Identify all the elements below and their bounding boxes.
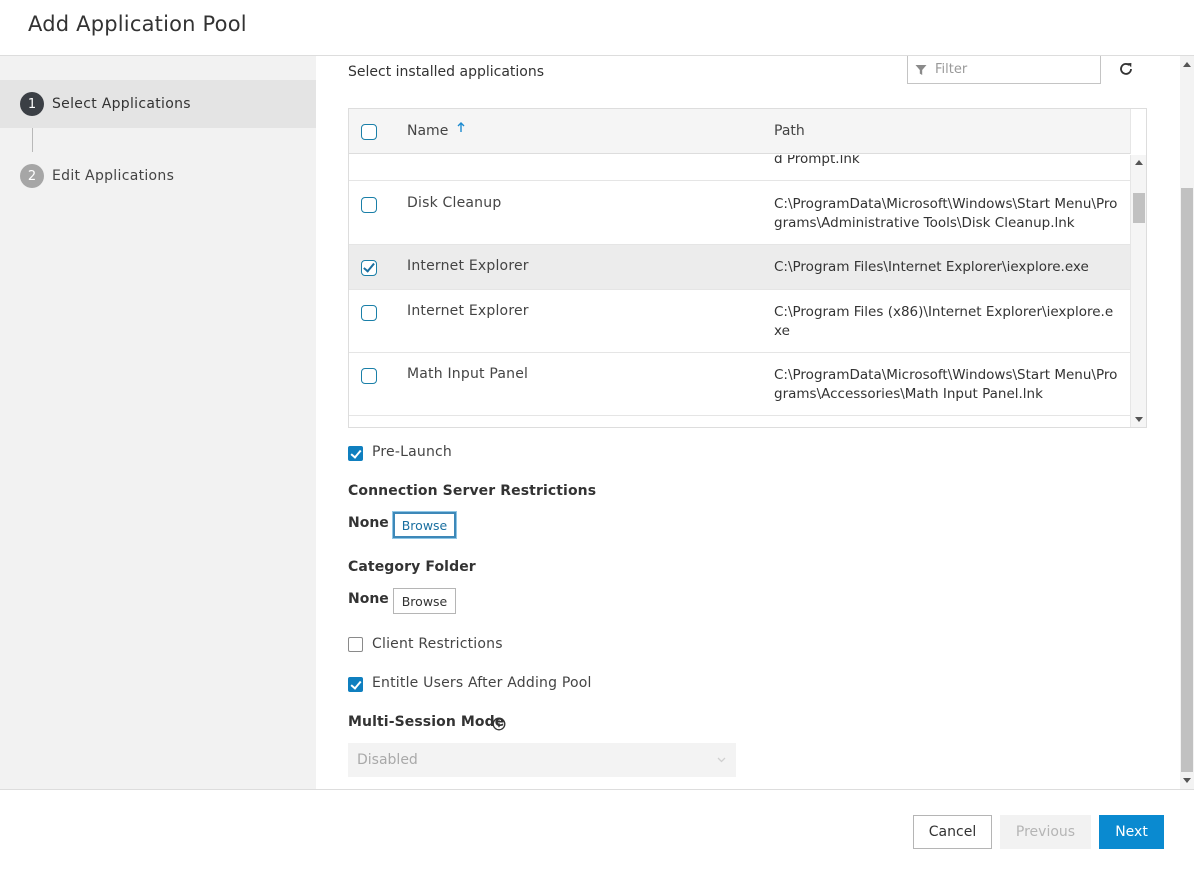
row-path: C:\ProgramData\Microsoft\Windows\Start M… bbox=[774, 196, 1118, 231]
wizard-step-edit-applications[interactable]: 2 Edit Applications bbox=[0, 152, 316, 200]
step-label: Select Applications bbox=[52, 96, 191, 112]
refresh-icon[interactable] bbox=[1117, 60, 1135, 78]
pre-launch-checkbox[interactable] bbox=[348, 446, 363, 461]
cancel-button[interactable]: Cancel bbox=[913, 815, 992, 849]
scrollbar-thumb[interactable] bbox=[1133, 193, 1145, 223]
client-restrictions-checkbox[interactable] bbox=[348, 637, 363, 652]
applications-grid: Name Path d Prompt.lnk Disk Cleanup C:\P… bbox=[348, 108, 1147, 428]
filter-input[interactable] bbox=[933, 61, 1093, 78]
row-checkbox[interactable] bbox=[361, 197, 377, 213]
connection-server-value: None bbox=[348, 515, 389, 531]
row-checkbox[interactable] bbox=[361, 260, 377, 276]
step-number-badge: 2 bbox=[20, 164, 44, 188]
connection-server-restrictions-label: Connection Server Restrictions bbox=[348, 483, 597, 499]
filter-box[interactable] bbox=[907, 56, 1101, 84]
previous-button[interactable]: Previous bbox=[1000, 815, 1091, 849]
scroll-up-arrow-icon[interactable] bbox=[1135, 160, 1143, 165]
row-name: Internet Explorer bbox=[407, 303, 529, 319]
entitle-users-checkbox[interactable] bbox=[348, 677, 363, 692]
scroll-up-arrow-icon[interactable] bbox=[1183, 62, 1191, 67]
column-header-name[interactable]: Name bbox=[407, 123, 448, 139]
row-path: C:\Program Files\Internet Explorer\iexpl… bbox=[774, 259, 1089, 275]
row-path: C:\Program Files (x86)\Internet Explorer… bbox=[774, 304, 1114, 339]
grid-header-spacer bbox=[1130, 109, 1146, 154]
step-number-badge: 1 bbox=[20, 92, 44, 116]
category-folder-browse-button[interactable]: Browse bbox=[393, 588, 456, 614]
grid-scrollbar[interactable] bbox=[1130, 155, 1146, 427]
row-path: d Prompt.lnk bbox=[774, 155, 860, 167]
page-scrollbar[interactable] bbox=[1180, 56, 1194, 789]
row-checkbox[interactable] bbox=[361, 368, 377, 384]
table-row[interactable]: Math Input Panel C:\ProgramData\Microsof… bbox=[349, 353, 1130, 416]
dialog-title: Add Application Pool bbox=[28, 12, 247, 36]
info-icon[interactable] bbox=[492, 717, 506, 731]
pre-launch-label: Pre-Launch bbox=[372, 444, 453, 460]
grid-header: Name Path bbox=[349, 109, 1130, 154]
entitle-users-label: Entitle Users After Adding Pool bbox=[372, 675, 592, 691]
sort-ascending-icon[interactable] bbox=[456, 122, 466, 136]
main-panel: Select installed applications Name Path … bbox=[316, 56, 1180, 789]
client-restrictions-label: Client Restrictions bbox=[372, 636, 503, 652]
grid-body: d Prompt.lnk Disk Cleanup C:\ProgramData… bbox=[349, 155, 1130, 427]
scrollbar-thumb[interactable] bbox=[1181, 188, 1193, 772]
filter-icon bbox=[915, 64, 927, 75]
table-row[interactable]: d Prompt.lnk bbox=[349, 155, 1130, 181]
section-title: Select installed applications bbox=[348, 64, 545, 80]
multi-session-mode-select[interactable]: Disabled bbox=[348, 743, 736, 777]
table-row[interactable]: Internet Explorer C:\Program Files (x86)… bbox=[349, 290, 1130, 353]
row-name: Internet Explorer bbox=[407, 258, 529, 274]
scroll-down-arrow-icon[interactable] bbox=[1183, 778, 1191, 783]
table-row[interactable]: Internet Explorer C:\Program Files\Inter… bbox=[349, 245, 1130, 290]
category-folder-value: None bbox=[348, 591, 389, 607]
step-connector bbox=[32, 128, 33, 152]
row-checkbox[interactable] bbox=[361, 305, 377, 321]
dialog-header: Add Application Pool bbox=[0, 0, 1194, 56]
row-name: Disk Cleanup bbox=[407, 195, 502, 211]
chevron-down-icon bbox=[717, 757, 726, 763]
select-all-checkbox[interactable] bbox=[361, 124, 377, 140]
wizard-step-select-applications[interactable]: 1 Select Applications bbox=[0, 80, 316, 128]
wizard-sidebar: 1 Select Applications 2 Edit Application… bbox=[0, 56, 316, 789]
step-label: Edit Applications bbox=[52, 168, 175, 184]
dialog-footer: Cancel Previous Next bbox=[0, 789, 1194, 872]
category-folder-label: Category Folder bbox=[348, 559, 476, 575]
connection-server-browse-button[interactable]: Browse bbox=[392, 511, 457, 539]
scroll-down-arrow-icon[interactable] bbox=[1135, 417, 1143, 422]
table-row[interactable]: Disk Cleanup C:\ProgramData\Microsoft\Wi… bbox=[349, 182, 1130, 245]
column-header-path[interactable]: Path bbox=[774, 123, 805, 139]
multi-session-mode-label: Multi-Session Mode bbox=[348, 714, 505, 730]
next-button[interactable]: Next bbox=[1099, 815, 1164, 849]
row-name: Math Input Panel bbox=[407, 366, 529, 382]
multi-session-mode-value: Disabled bbox=[357, 752, 418, 768]
row-path: C:\ProgramData\Microsoft\Windows\Start M… bbox=[774, 367, 1118, 402]
